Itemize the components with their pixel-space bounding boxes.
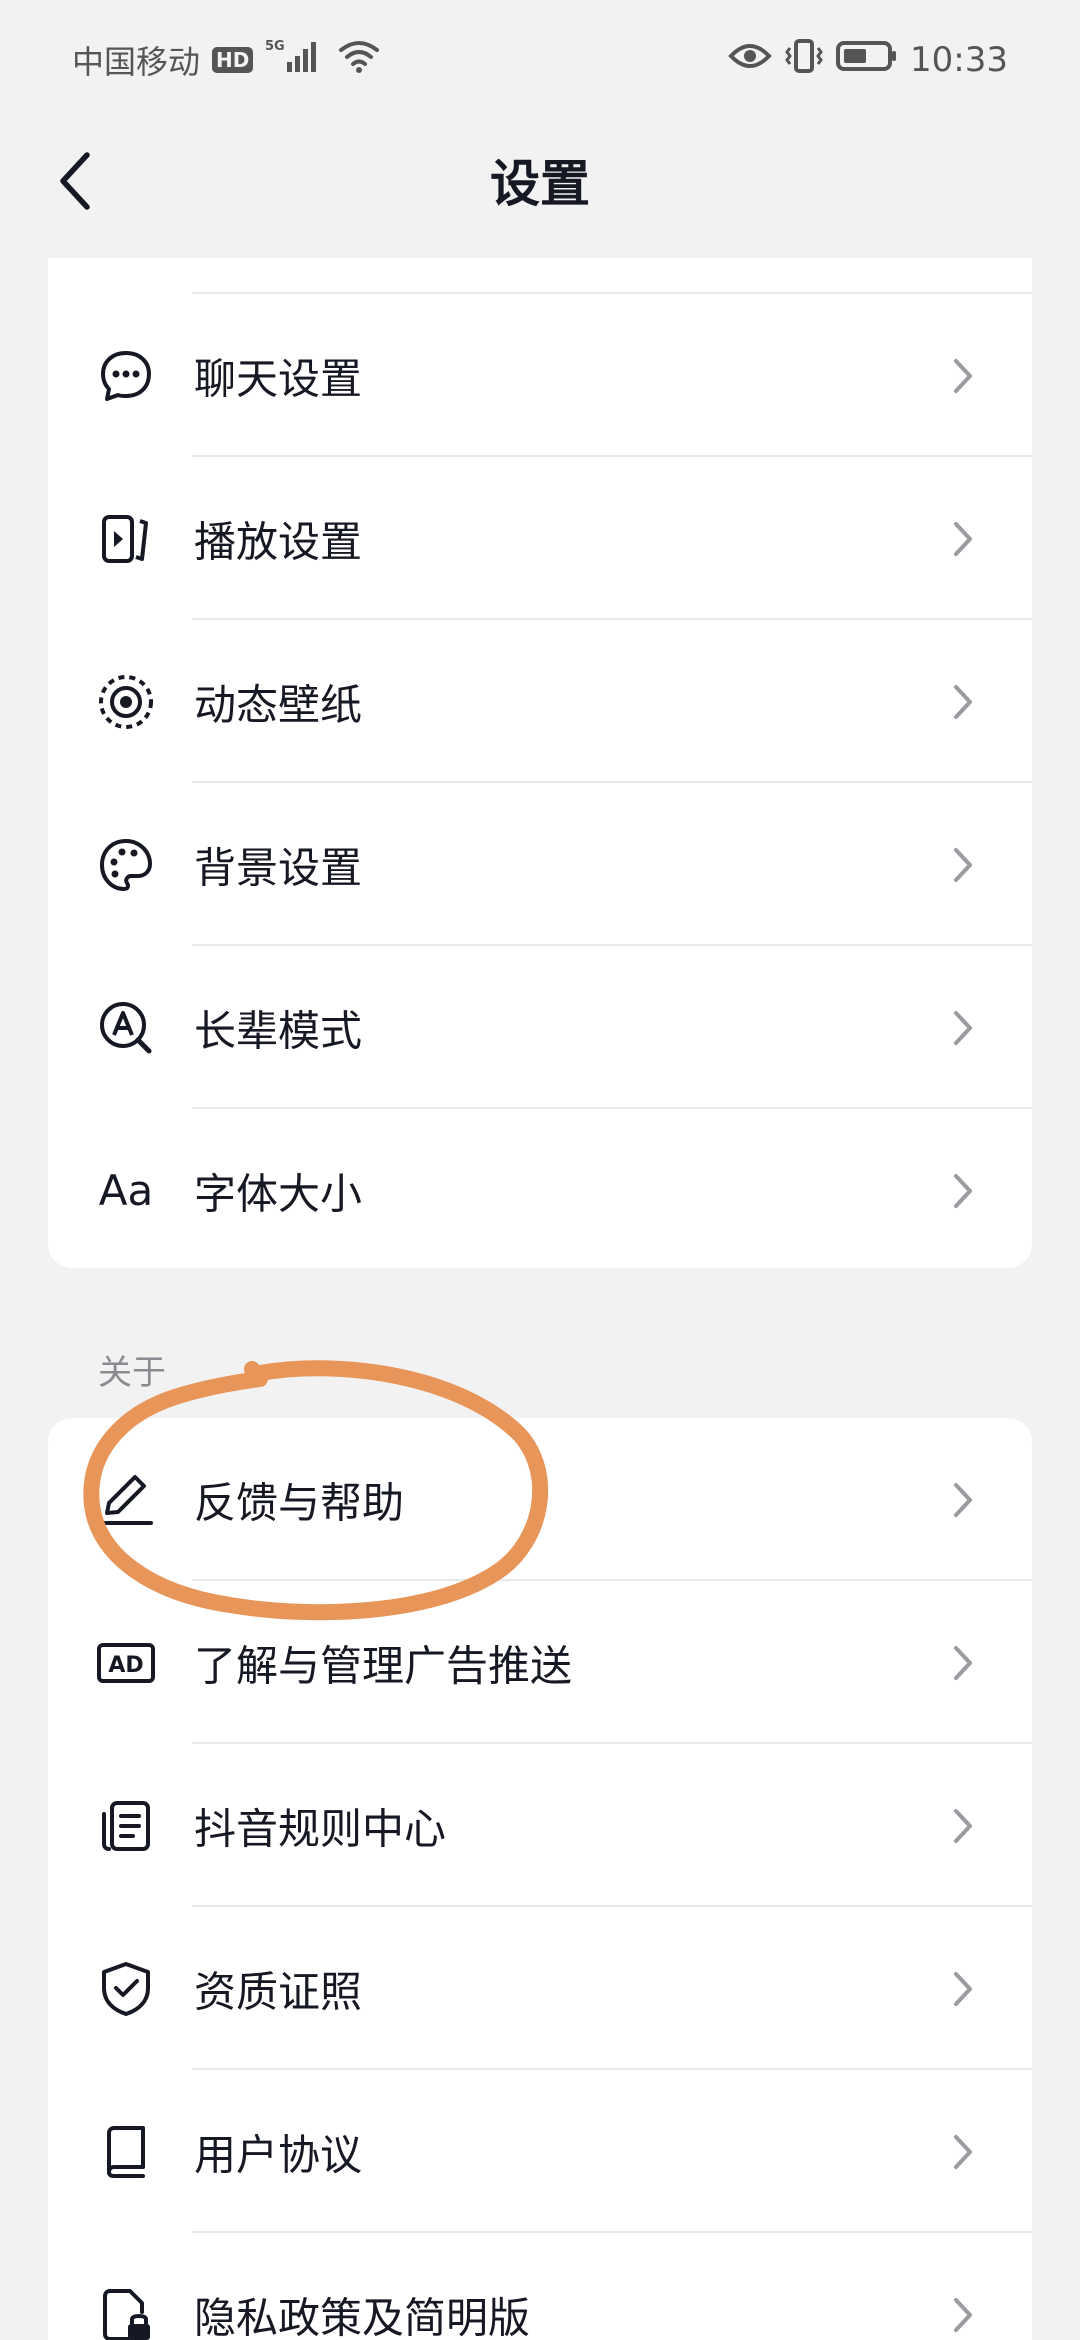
- settings-item-label: 抖音规则中心: [194, 1804, 447, 1853]
- settings-item-chat[interactable]: 聊天设置: [48, 294, 1032, 457]
- chat-bubble-icon: [96, 346, 156, 406]
- font-size-icon: Aa: [96, 1161, 156, 1221]
- chevron-right-icon: [948, 1806, 978, 1846]
- vibrate-icon: [784, 38, 824, 82]
- palette-icon: [96, 835, 156, 895]
- settings-item-feedback-help[interactable]: 反馈与帮助: [48, 1418, 1032, 1581]
- elder-mode-icon: [96, 998, 156, 1058]
- live-wallpaper-icon: [96, 672, 156, 732]
- settings-item-label: 长辈模式: [194, 1006, 363, 1055]
- chevron-right-icon: [948, 845, 978, 885]
- navigation-header: 设置: [0, 120, 1080, 240]
- wifi-icon: [337, 38, 381, 82]
- settings-item-qualifications[interactable]: 资质证照: [48, 1907, 1032, 2070]
- chevron-right-icon: [948, 1480, 978, 1520]
- signal-icon: 5G: [265, 36, 325, 84]
- chevron-right-icon: [948, 2132, 978, 2172]
- chevron-right-icon: [948, 682, 978, 722]
- section-title-about: 关于: [98, 1353, 166, 1393]
- page-title: 设置: [490, 155, 590, 213]
- ad-icon: AD: [96, 1633, 156, 1693]
- chevron-left-icon: [60, 152, 90, 210]
- settings-item-elder-mode[interactable]: 长辈模式: [48, 946, 1032, 1109]
- settings-item-label: 反馈与帮助: [194, 1478, 405, 1527]
- document-list-icon: [96, 1796, 156, 1856]
- eye-icon: [728, 40, 772, 80]
- privacy-lock-icon: [96, 2285, 156, 2340]
- chevron-right-icon: [948, 356, 978, 396]
- edit-pen-icon: [96, 1470, 156, 1530]
- settings-item-label: 聊天设置: [194, 354, 363, 403]
- settings-item-label: 资质证照: [194, 1967, 363, 2016]
- settings-item-label: 背景设置: [194, 843, 363, 892]
- shield-check-icon: [96, 1959, 156, 2019]
- chevron-right-icon: [948, 1643, 978, 1683]
- settings-item-label: 隐私政策及简明版: [194, 2293, 531, 2340]
- play-settings-icon: [96, 509, 156, 569]
- settings-item-label: 字体大小: [194, 1169, 363, 1218]
- settings-item-live-wallpaper[interactable]: 动态壁纸: [48, 620, 1032, 783]
- settings-item-user-agreement[interactable]: 用户协议: [48, 2070, 1032, 2233]
- status-bar-left: 中国移动 HD 5G: [72, 36, 381, 84]
- settings-item-playback[interactable]: 播放设置: [48, 457, 1032, 620]
- font-size-icon-text: Aa: [98, 1166, 154, 1215]
- status-bar: 中国移动 HD 5G 10:33: [0, 0, 1080, 120]
- settings-item-background[interactable]: 背景设置: [48, 783, 1032, 946]
- clock-time: 10:33: [910, 40, 1008, 80]
- chevron-right-icon: [948, 1171, 978, 1211]
- chevron-right-icon: [948, 1969, 978, 2009]
- settings-item-label: 动态壁纸: [194, 680, 363, 729]
- settings-item-ad-management[interactable]: AD 了解与管理广告推送: [48, 1581, 1032, 1744]
- hd-badge: HD: [212, 47, 254, 73]
- ad-icon-text: AD: [108, 1653, 143, 1678]
- display-settings-card: 聊天设置 播放设置 动态壁纸 背景设置 长辈模式 Aa 字体大小: [48, 258, 1032, 1268]
- settings-item-label: 用户协议: [194, 2130, 363, 2179]
- status-bar-right: 10:33: [728, 38, 1008, 82]
- chevron-right-icon: [948, 2295, 978, 2335]
- back-button[interactable]: [40, 146, 110, 216]
- book-icon: [96, 2122, 156, 2182]
- chevron-right-icon: [948, 1008, 978, 1048]
- carrier-name: 中国移动: [72, 43, 201, 81]
- about-card: 反馈与帮助 AD 了解与管理广告推送 抖音规则中心 资质证照 用户协议 隐私政策…: [48, 1418, 1032, 2340]
- settings-item-label: 播放设置: [194, 517, 363, 566]
- settings-screen: 中国移动 HD 5G 10:33 设置 聊天设置 播放设置 动态壁纸 背景设置 …: [0, 0, 1080, 2340]
- settings-item-rules-center[interactable]: 抖音规则中心: [48, 1744, 1032, 1907]
- chevron-right-icon: [948, 519, 978, 559]
- network-type: 5G: [265, 39, 285, 54]
- settings-item-label: 了解与管理广告推送: [194, 1641, 573, 1690]
- settings-item-privacy-policy[interactable]: 隐私政策及简明版: [48, 2233, 1032, 2340]
- battery-icon: [836, 40, 898, 80]
- settings-item-font-size[interactable]: Aa 字体大小: [48, 1109, 1032, 1268]
